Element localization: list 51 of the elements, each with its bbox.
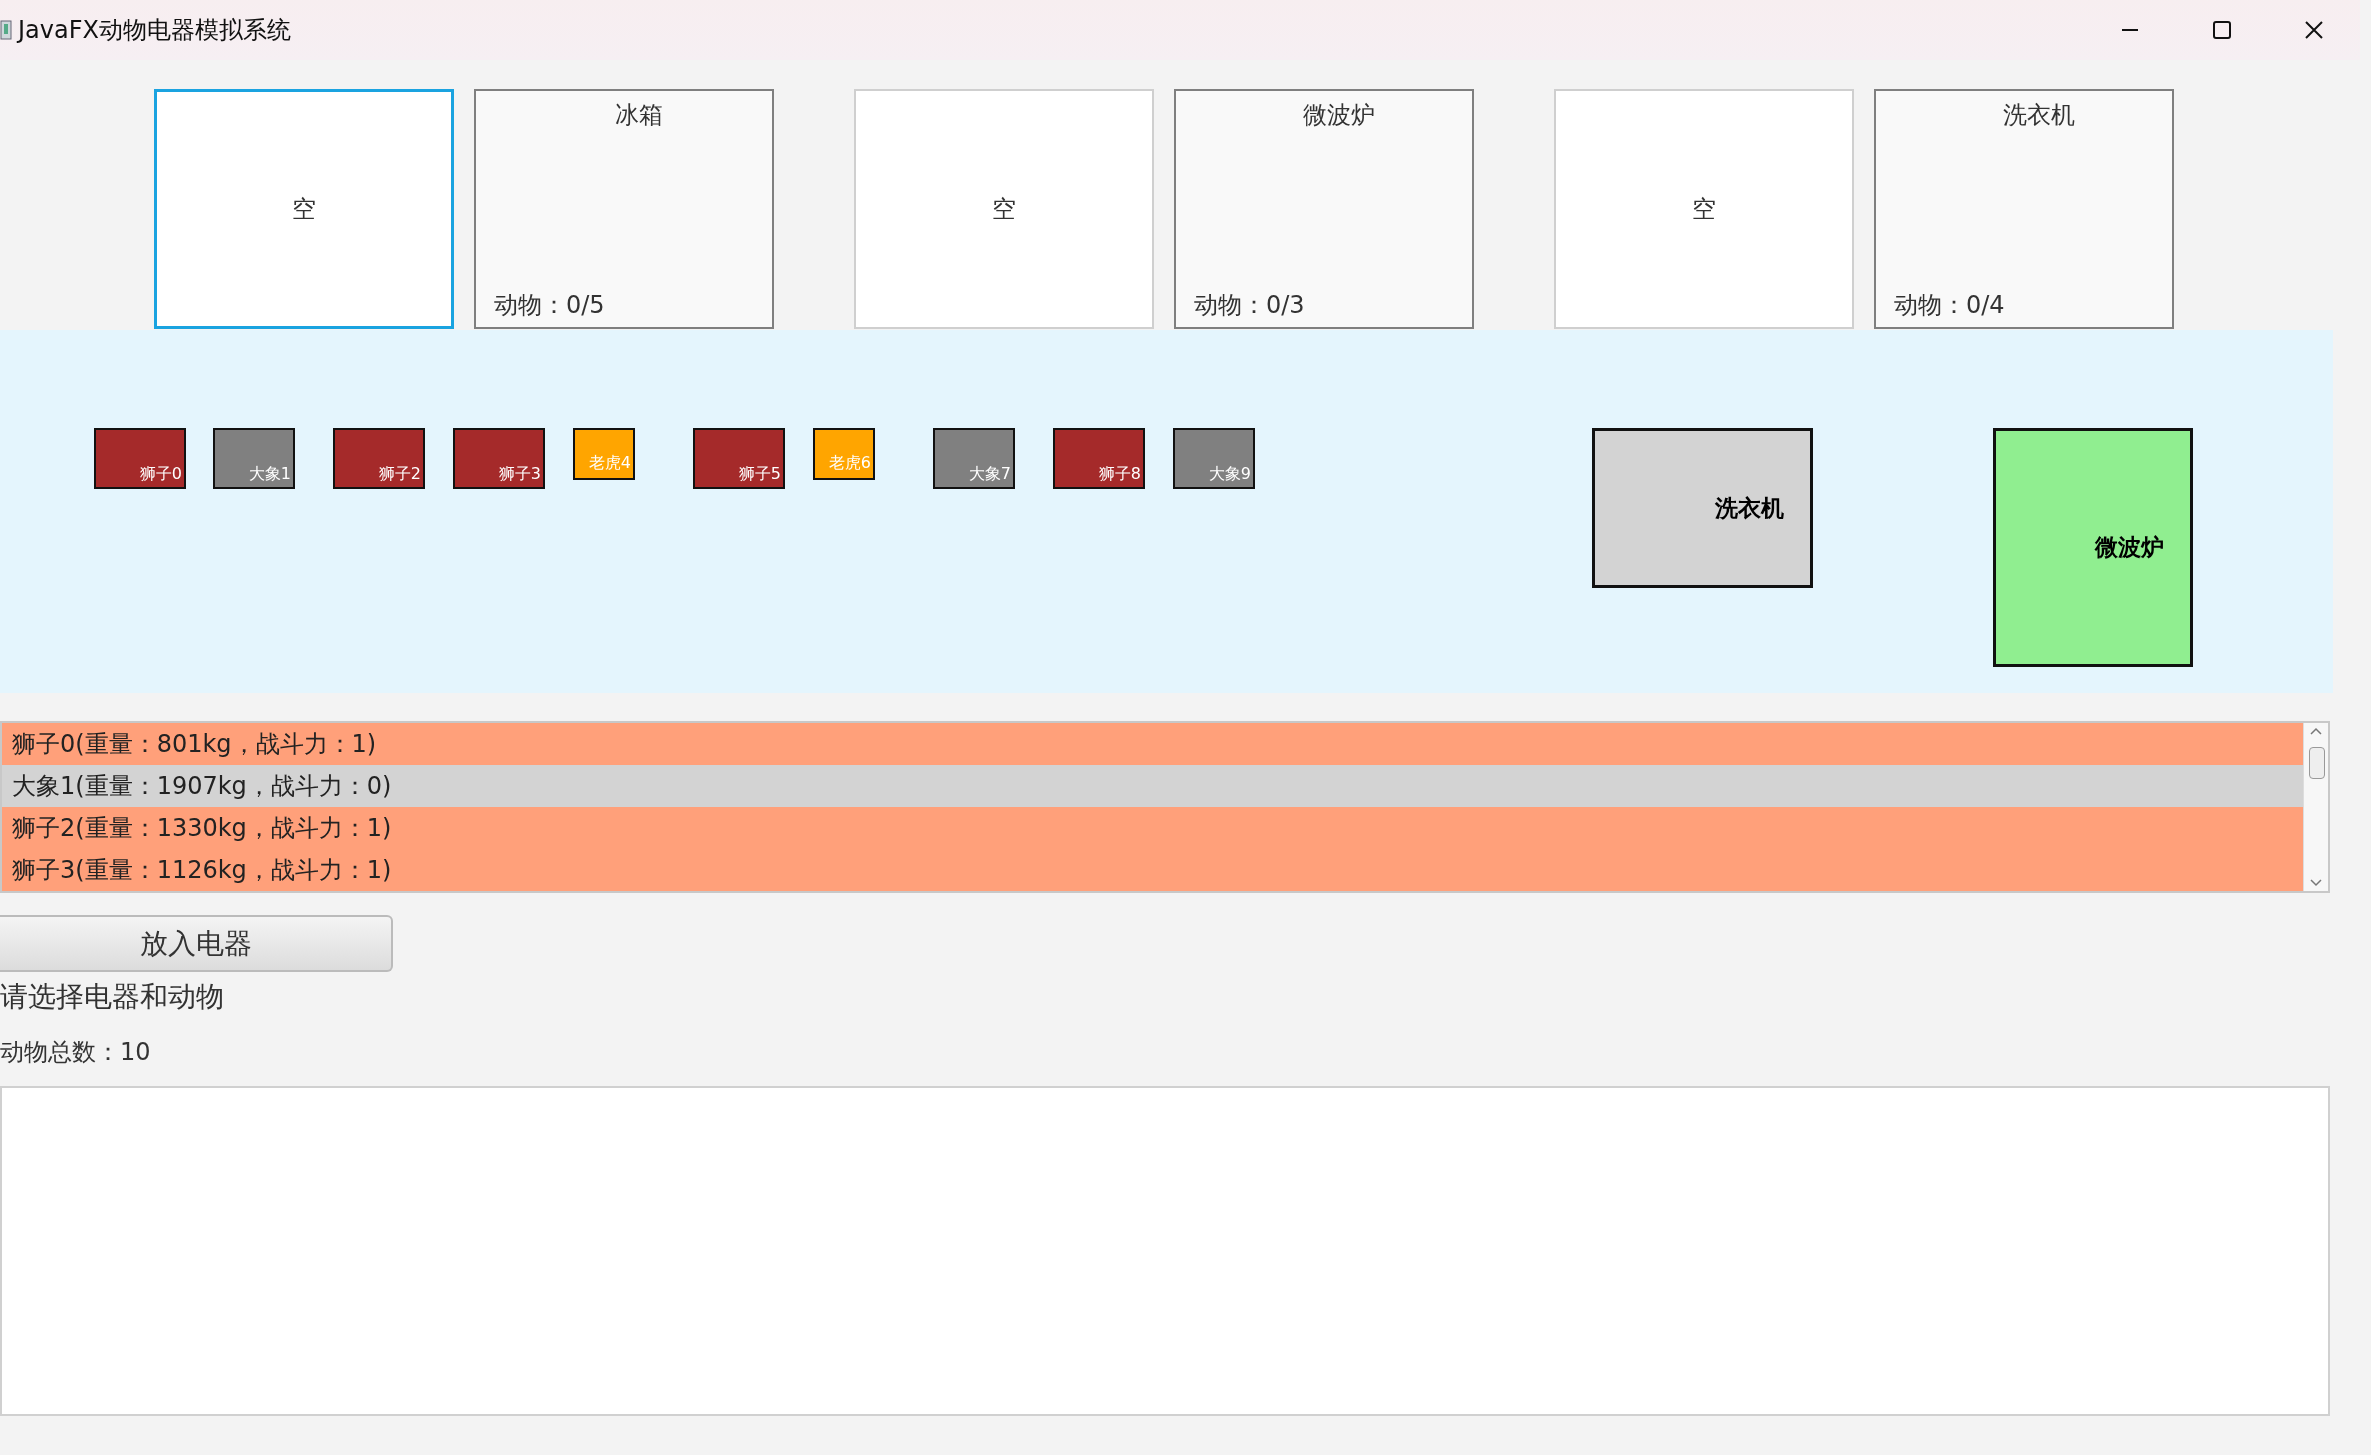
appliance-slot[interactable]: 冰箱 动物：0/5: [474, 89, 774, 329]
animal-count: 动物：0/3: [1194, 290, 1306, 321]
animal-block[interactable]: 大象1: [213, 428, 295, 489]
appliance-slot[interactable]: 微波炉 动物：0/3: [1174, 89, 1474, 329]
appliance-name: 微波炉: [1303, 100, 1375, 131]
maximize-icon: [2212, 20, 2232, 40]
animal-block[interactable]: 狮子2: [333, 428, 425, 489]
empty-slot[interactable]: 空: [1554, 89, 1854, 329]
animal-block[interactable]: 狮子0: [94, 428, 186, 489]
animal-label: 狮子2: [378, 464, 421, 485]
appliance-name: 冰箱: [615, 100, 663, 131]
slot-label: 空: [292, 194, 316, 225]
animal-block[interactable]: 狮子3: [453, 428, 545, 489]
scrollbar-thumb[interactable]: [2309, 747, 2325, 779]
animal-label: 狮子3: [498, 464, 541, 485]
appliance-slot[interactable]: 洗衣机 动物：0/4: [1874, 89, 2174, 329]
window-title: JavaFX动物电器模拟系统: [18, 15, 292, 46]
animal-label: 大象9: [1208, 464, 1251, 485]
appliance-name: 洗衣机: [2003, 100, 2075, 131]
animal-label: 狮子0: [139, 464, 182, 485]
animal-label: 狮子5: [738, 464, 781, 485]
animal-block[interactable]: 狮子8: [1053, 428, 1145, 489]
animal-count: 动物：0/4: [1894, 290, 2006, 321]
empty-slot[interactable]: 空: [154, 89, 454, 329]
animal-count: 动物：0/5: [494, 290, 606, 321]
animal-label: 老虎4: [588, 453, 631, 474]
scroll-up-icon[interactable]: [2310, 727, 2322, 735]
minimize-icon: [2122, 29, 2138, 31]
animal-label: 老虎6: [828, 453, 871, 474]
close-icon: [2304, 20, 2324, 40]
scrollbar[interactable]: [2303, 723, 2328, 891]
animal-block[interactable]: 狮子5: [693, 428, 785, 489]
app-icon: [0, 19, 12, 41]
scroll-down-icon[interactable]: [2310, 879, 2322, 887]
put-in-button[interactable]: 放入电器: [0, 915, 393, 972]
animal-label: 狮子8: [1098, 464, 1141, 485]
list-item[interactable]: 狮子0(重量：801kg，战斗力：1): [2, 723, 2303, 765]
appliance-block[interactable]: 洗衣机: [1592, 428, 1813, 588]
animal-total: 动物总数：10: [0, 1037, 152, 1068]
animal-label: 大象1: [248, 464, 291, 485]
list-item[interactable]: 大象1(重量：1907kg，战斗力：0): [2, 765, 2303, 807]
animal-block[interactable]: 大象9: [1173, 428, 1255, 489]
appliance-block[interactable]: 微波炉: [1993, 428, 2193, 667]
status-message: 请选择电器和动物: [0, 979, 225, 1015]
slot-label: 空: [992, 194, 1016, 225]
animal-block[interactable]: 大象7: [933, 428, 1015, 489]
list-item[interactable]: 狮子3(重量：1126kg，战斗力：1): [2, 849, 2303, 891]
animal-label: 大象7: [968, 464, 1011, 485]
slot-label: 空: [1692, 194, 1716, 225]
list-item[interactable]: 狮子2(重量：1330kg，战斗力：1): [2, 807, 2303, 849]
empty-slot[interactable]: 空: [854, 89, 1154, 329]
